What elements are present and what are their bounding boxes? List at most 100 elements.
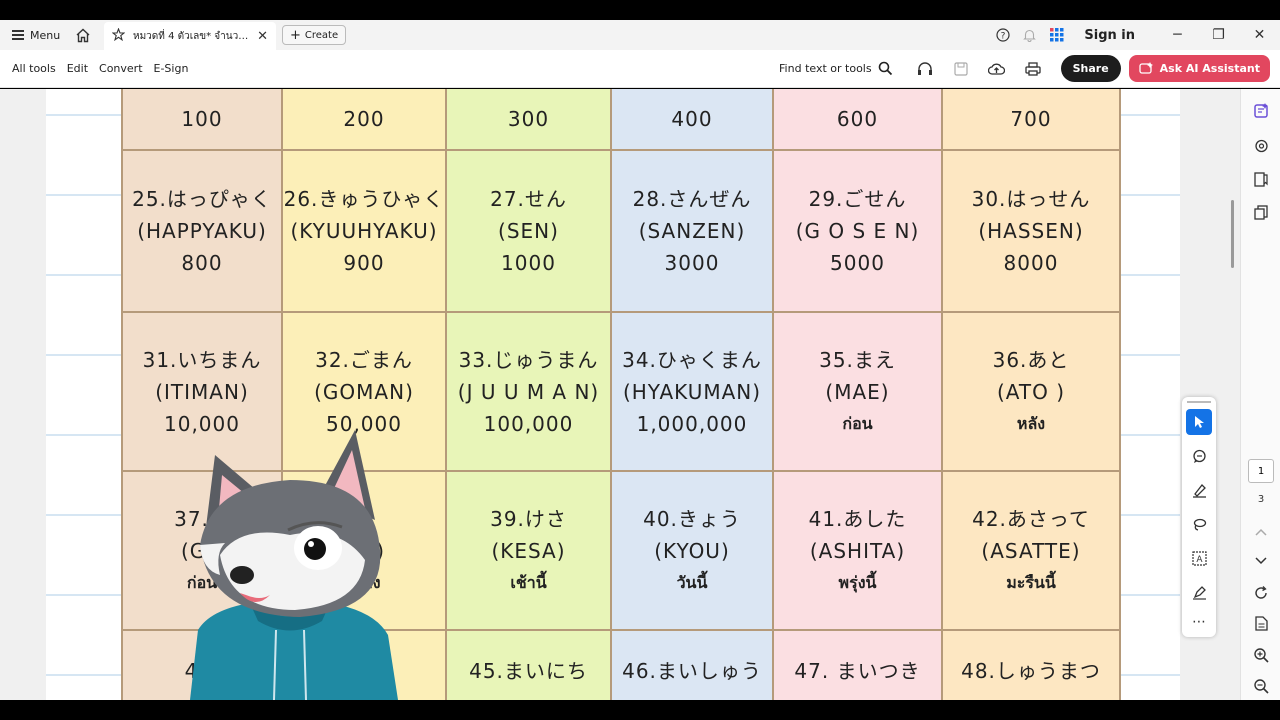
window-close-icon[interactable]: ✕: [1239, 27, 1280, 43]
vocab-thai-meaning: ก่อน: [842, 413, 873, 433]
create-label: Create: [304, 29, 339, 41]
vocab-romaji: (ASATTE): [981, 538, 1081, 563]
vocab-term: 29.ごせん: [808, 187, 907, 211]
right-side-panel: 1 3: [1240, 89, 1280, 700]
vocab-thai-meaning: หลัง: [1016, 413, 1046, 433]
palette-drag-handle[interactable]: [1187, 401, 1211, 403]
refresh-icon[interactable]: [1251, 583, 1271, 603]
vocab-term: 42.あさって: [972, 506, 1090, 531]
vocab-cell: 33.じゅうまん (J U U M A N) 100,000: [447, 313, 612, 472]
vocab-term: 400: [671, 107, 713, 131]
sign-pen-icon[interactable]: [1186, 579, 1212, 605]
cloud-upload-icon[interactable]: [979, 62, 1015, 76]
menu-button[interactable]: Menu: [0, 29, 66, 42]
vocab-romaji: (MAE): [825, 379, 890, 404]
top-letterbox: [0, 0, 1280, 20]
zoom-out-icon[interactable]: [1251, 676, 1271, 696]
vocab-cell: 40.きょう (KYOU) วันนี้: [612, 472, 774, 631]
vocab-cell: 46.まいしゅう: [612, 631, 774, 700]
vocab-cell: 47. まいつき: [774, 631, 943, 700]
vocab-term: 27.せん: [490, 187, 567, 211]
vocab-cell: 42.あさって (ASATTE) มะรืนนี้: [943, 472, 1121, 631]
vocab-term: 36.あと: [992, 347, 1070, 372]
vocab-term: 200: [343, 107, 385, 131]
cat-avatar-image: [190, 430, 398, 700]
sign-in-button[interactable]: Sign in: [1084, 28, 1135, 43]
document-tab[interactable]: หมวดที่ 4 ตัวเลข* จำนวน* ลำ... ✕: [104, 22, 276, 50]
vocab-romaji: (ITIMAN): [155, 379, 249, 404]
convert-button[interactable]: Convert: [99, 62, 143, 75]
highlight-pen-icon[interactable]: [1186, 477, 1212, 503]
vocab-number: 900: [343, 251, 385, 275]
pages-thumbnails-icon[interactable]: [1251, 202, 1271, 222]
vocab-cell: 300: [447, 89, 612, 151]
vocab-term: 32.ごまん: [315, 347, 413, 372]
vocab-term: 30.はっせん: [971, 187, 1091, 211]
bookmarks-icon[interactable]: [1251, 169, 1271, 189]
ai-sparkle-icon: [1139, 61, 1153, 74]
zoom-in-icon[interactable]: [1251, 645, 1271, 665]
ask-ai-button[interactable]: Ask AI Assistant: [1128, 55, 1270, 82]
total-pages-label: 3: [1257, 494, 1265, 505]
help-icon[interactable]: ?: [989, 28, 1016, 42]
esign-button[interactable]: E-Sign: [154, 62, 189, 75]
bell-icon[interactable]: [1016, 28, 1043, 42]
vocab-term: 47. まいつき: [794, 659, 921, 683]
vocab-term: 100: [181, 107, 223, 131]
vocab-romaji: (KESA): [491, 538, 566, 563]
vertical-scrollbar[interactable]: [1231, 200, 1234, 268]
vocab-romaji: (G O S E N): [795, 219, 920, 243]
vocab-cell: 48.しゅうまつ: [943, 631, 1121, 700]
vocab-romaji: (ATO ): [996, 379, 1066, 404]
vocab-romaji: (J U U M A N): [457, 379, 600, 404]
vocab-term: 28.さんぜん: [632, 187, 752, 211]
ai-summary-icon[interactable]: [1251, 101, 1271, 121]
vocab-romaji: (HAPPYAKU): [137, 219, 267, 243]
minimize-icon[interactable]: ─: [1157, 27, 1198, 43]
read-aloud-icon[interactable]: [907, 61, 943, 76]
vocab-romaji: (SEN): [498, 219, 559, 243]
print-icon[interactable]: [1015, 61, 1051, 76]
hamburger-icon: [12, 30, 24, 40]
vocab-term: 35.まえ: [819, 347, 896, 372]
vocab-cell: 34.ひゃくまん (HYAKUMAN) 1,000,000: [612, 313, 774, 472]
vocab-cell: 29.ごせん (G O S E N) 5000: [774, 151, 943, 313]
comment-icon[interactable]: [1186, 443, 1212, 469]
chevron-up-icon[interactable]: [1251, 522, 1271, 542]
vocab-number: 8000: [1003, 251, 1059, 275]
vocab-romaji: (GOMAN): [314, 379, 414, 404]
share-button[interactable]: Share: [1060, 55, 1121, 82]
edit-button[interactable]: Edit: [67, 62, 88, 75]
vocab-term: 700: [1010, 107, 1052, 131]
create-button[interactable]: + Create: [282, 25, 347, 45]
vocab-cell: 28.さんぜん (SANZEN) 3000: [612, 151, 774, 313]
chevron-down-icon[interactable]: [1251, 551, 1271, 571]
vocab-cell: 35.まえ (MAE) ก่อน: [774, 313, 943, 472]
restore-icon[interactable]: ❐: [1198, 27, 1239, 43]
vocab-term: 34.ひゃくまん: [622, 347, 762, 372]
apps-grid-icon[interactable]: [1043, 28, 1070, 42]
menu-label: Menu: [30, 28, 61, 42]
select-cursor-icon[interactable]: [1186, 409, 1212, 435]
vocab-term: 26.きゅうひゃく: [283, 187, 445, 211]
page-file-icon[interactable]: [1251, 613, 1271, 633]
vocab-thai-meaning: พรุ่งนี้: [838, 572, 877, 592]
text-box-icon[interactable]: A: [1186, 545, 1212, 571]
search-icon: [878, 61, 892, 76]
star-icon[interactable]: [111, 27, 126, 44]
comments-panel-icon[interactable]: [1251, 136, 1271, 156]
home-icon[interactable]: [68, 28, 98, 43]
plus-icon: +: [290, 27, 301, 43]
vocab-cell: 26.きゅうひゃく (KYUUHYAKU) 900: [283, 151, 447, 313]
close-tab-icon[interactable]: ✕: [257, 29, 268, 44]
more-tools-icon[interactable]: ⋯: [1186, 609, 1212, 635]
main-toolbar: All tools Edit Convert E-Sign Find text …: [0, 50, 1280, 88]
tab-title: หมวดที่ 4 ตัวเลข* จำนวน* ลำ...: [133, 30, 250, 42]
vocab-term: 48.しゅうまつ: [961, 659, 1101, 683]
all-tools-button[interactable]: All tools: [12, 62, 56, 75]
document-viewport[interactable]: 100 200 300 400 600 700 25.はっぴゃく (HAPPYAKU) 800 2…: [0, 89, 1240, 700]
draw-lasso-icon[interactable]: [1186, 511, 1212, 537]
find-tools-button[interactable]: Find text or tools: [779, 61, 893, 76]
save-icon[interactable]: [943, 61, 979, 76]
current-page-input[interactable]: 1: [1248, 459, 1274, 483]
